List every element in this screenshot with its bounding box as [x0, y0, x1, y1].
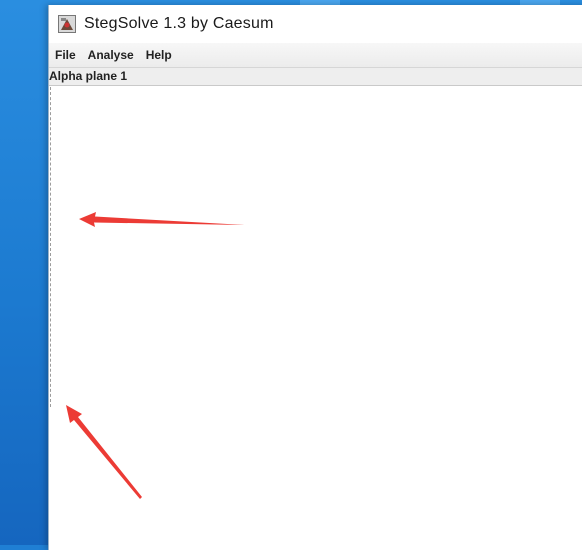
menu-bar: File Analyse Help — [49, 43, 582, 68]
window-title: StegSolve 1.3 by Caesum — [84, 15, 274, 32]
stegsolve-app-icon — [58, 15, 76, 33]
image-canvas — [49, 87, 582, 550]
menu-file[interactable]: File — [49, 48, 82, 62]
menu-analyse[interactable]: Analyse — [82, 48, 140, 62]
stegsolve-window: StegSolve 1.3 by Caesum File Analyse Hel… — [48, 5, 582, 550]
title-bar[interactable]: StegSolve 1.3 by Caesum — [49, 5, 582, 43]
image-left-edge — [50, 87, 51, 407]
plane-label: Alpha plane 1 — [49, 68, 582, 86]
menu-help[interactable]: Help — [140, 48, 178, 62]
